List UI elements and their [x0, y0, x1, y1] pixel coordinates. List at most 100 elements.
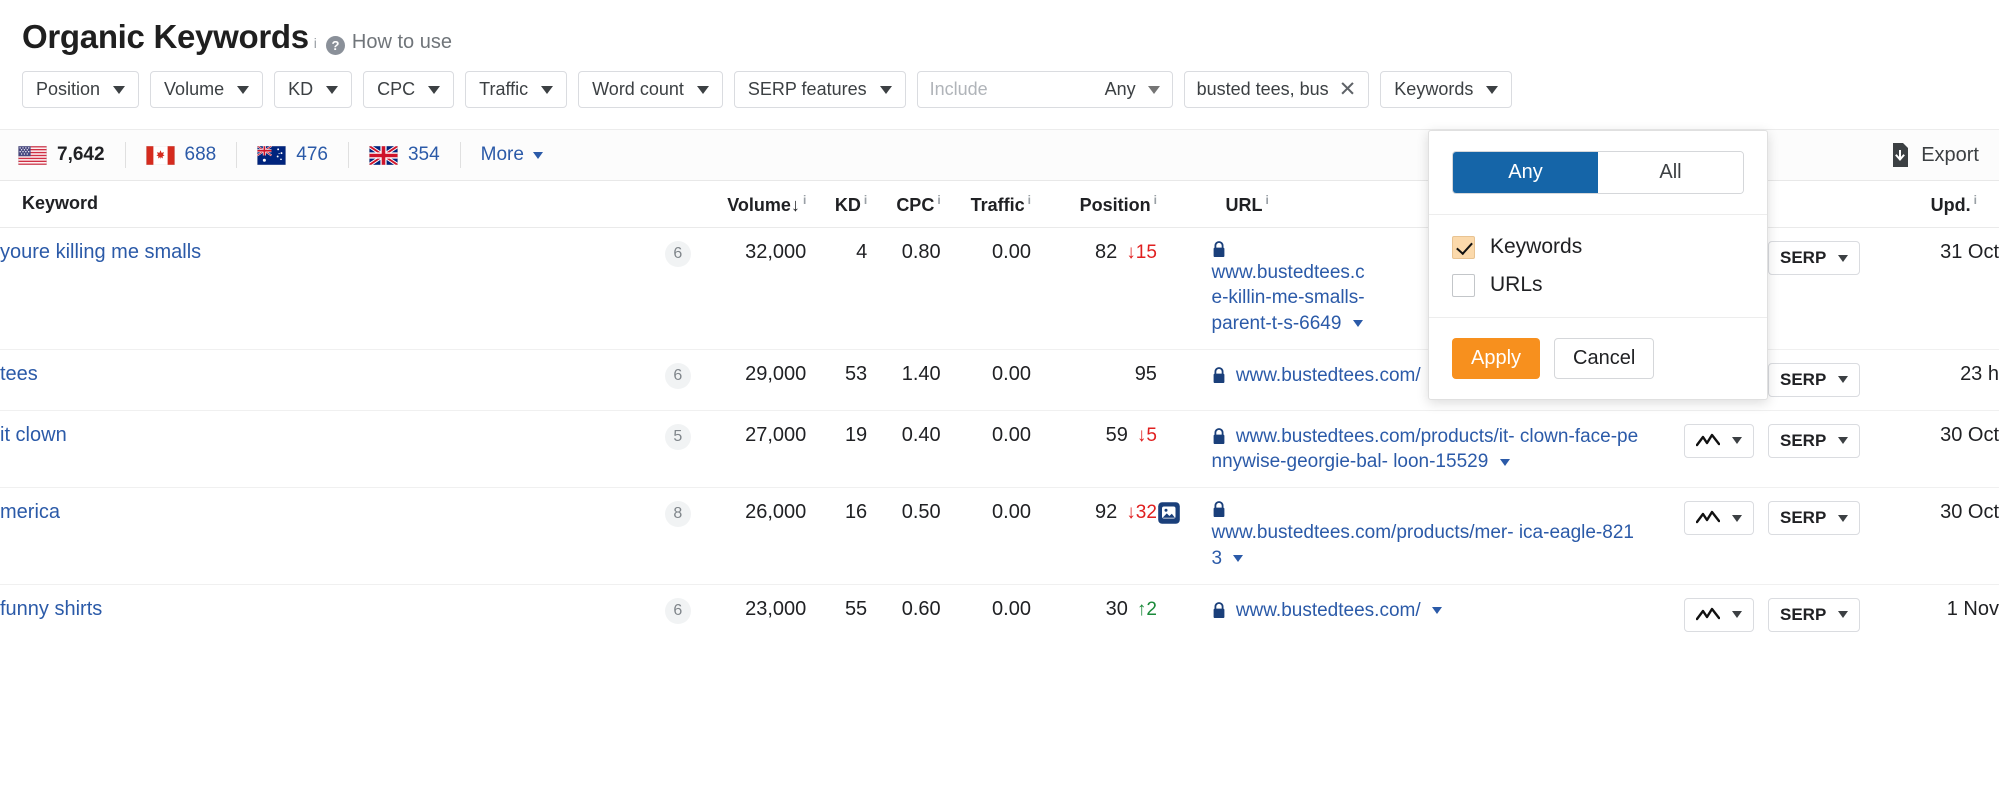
checkbox-keywords-label: Keywords — [1490, 235, 1582, 259]
position-value: 59 — [1106, 424, 1128, 447]
sparkline-chart-button[interactable] — [1684, 501, 1754, 535]
column-header-keyword[interactable]: Keyword — [0, 181, 630, 228]
info-icon[interactable]: i — [1154, 193, 1157, 207]
serp-button[interactable]: SERP — [1768, 241, 1860, 275]
match-mode-any-option[interactable]: Any — [1453, 152, 1598, 193]
filter-serp-features-button[interactable]: SERP features — [734, 71, 906, 108]
url-text[interactable]: www.bustedtees.com/ — [1212, 598, 1642, 623]
checkbox-urls[interactable] — [1452, 274, 1475, 297]
how-to-use-link[interactable]: How to use — [352, 31, 452, 54]
scope-option-keywords[interactable]: Keywords — [1452, 235, 1744, 259]
country-stat-us[interactable]: 7,642 — [18, 144, 105, 166]
country-stat-ca[interactable]: 688 — [146, 144, 217, 166]
url-chevron-down-icon[interactable] — [1233, 555, 1243, 562]
chevron-down-icon — [1148, 86, 1160, 94]
filter-word-count-button[interactable]: Word count — [578, 71, 723, 108]
filter-kd-button[interactable]: KD — [274, 71, 352, 108]
page-title-info-icon[interactable]: i — [314, 35, 317, 51]
match-mode-all-option[interactable]: All — [1598, 152, 1743, 193]
url-text[interactable]: www.bustedtees.com/products/mer- ica-eag… — [1212, 501, 1642, 571]
image-serp-feature-icon[interactable] — [1157, 501, 1181, 525]
include-input[interactable]: Include — [930, 79, 988, 100]
serp-feature-count-badge[interactable]: 6 — [665, 598, 691, 624]
keyword-link[interactable]: tees — [0, 363, 38, 385]
column-header-traffic[interactable]: Traffici — [941, 181, 1031, 228]
serp-button[interactable]: SERP — [1768, 363, 1860, 397]
url-line-1: www.bustedtees.com/products/mer- — [1212, 522, 1514, 543]
include-input-group[interactable]: Include Any — [917, 71, 1173, 108]
serp-button[interactable]: SERP — [1768, 598, 1860, 632]
url-line-3: loon-15529 — [1393, 451, 1488, 472]
column-header-kd[interactable]: KDi — [806, 181, 867, 228]
filter-volume-button[interactable]: Volume — [150, 71, 263, 108]
include-mode-select[interactable]: Any — [1105, 79, 1160, 100]
checkbox-urls-label: URLs — [1490, 273, 1543, 297]
column-header-updated[interactable]: Upd.i — [1883, 181, 1999, 228]
stat-divider — [125, 142, 126, 168]
keyword-link[interactable]: it clown — [0, 424, 67, 446]
help-icon[interactable]: ? — [326, 36, 345, 55]
serp-feature-count-badge[interactable]: 6 — [665, 363, 691, 389]
cell-volume: 27,000 — [691, 410, 806, 488]
table-row: it clown 5 27,000 19 0.40 0.00 59 ↓5 — [0, 410, 1999, 488]
column-header-serp-features-count — [630, 181, 691, 228]
active-filter-chip[interactable]: busted tees, bus ✕ — [1184, 71, 1370, 108]
url-text[interactable]: www.bustedtees.com/products/it- clown-fa… — [1212, 424, 1642, 475]
cell-kd: 16 — [806, 488, 867, 585]
info-icon[interactable]: i — [1974, 193, 1977, 207]
column-header-cpc[interactable]: CPCi — [867, 181, 940, 228]
chart-line-icon — [1696, 510, 1720, 526]
keyword-link[interactable]: merica — [0, 501, 60, 523]
column-label-cpc: CPC — [896, 195, 934, 215]
position-value: 95 — [1135, 363, 1157, 386]
cell-position: 59 ↓5 — [1031, 410, 1157, 488]
filter-cpc-button[interactable]: CPC — [363, 71, 454, 108]
chevron-down-icon — [1732, 515, 1742, 522]
keyword-link[interactable]: funny shirts — [0, 598, 102, 620]
country-stat-gb[interactable]: 354 — [369, 144, 440, 166]
cell-actions: SERP — [1642, 410, 1883, 488]
url-line-3: parent-t-s-6649 — [1212, 313, 1342, 334]
url-line-1: www.bustedtees.com/ — [1236, 365, 1421, 386]
cancel-button[interactable]: Cancel — [1554, 338, 1654, 379]
info-icon[interactable]: i — [803, 193, 806, 207]
country-stat-ca-value: 688 — [185, 144, 217, 166]
info-icon[interactable]: i — [1266, 193, 1269, 207]
checkbox-keywords[interactable] — [1452, 236, 1475, 259]
cell-updated: 30 Oct — [1883, 488, 1999, 585]
filter-traffic-label: Traffic — [479, 79, 528, 100]
serp-feature-count-badge[interactable]: 8 — [665, 501, 691, 527]
serp-button[interactable]: SERP — [1768, 424, 1860, 458]
cell-position: 30 ↑2 — [1031, 584, 1157, 645]
cell-keyword: merica — [0, 488, 630, 585]
keywords-scope-button[interactable]: Keywords — [1380, 71, 1512, 108]
organic-keywords-page: Organic Keywords i ? How to use Position… — [0, 0, 1999, 808]
sparkline-chart-button[interactable] — [1684, 598, 1754, 632]
chevron-down-icon — [113, 86, 125, 94]
serp-feature-count-badge[interactable]: 6 — [665, 241, 691, 267]
column-header-position[interactable]: Positioni — [1031, 181, 1157, 228]
info-icon[interactable]: i — [864, 193, 867, 207]
info-icon[interactable]: i — [1028, 193, 1031, 207]
info-icon[interactable]: i — [937, 193, 940, 207]
serp-button-label: SERP — [1780, 370, 1826, 390]
sparkline-chart-button[interactable] — [1684, 424, 1754, 458]
keyword-link[interactable]: youre killing me smalls — [0, 241, 201, 263]
url-chevron-down-icon[interactable] — [1432, 607, 1442, 614]
url-chevron-down-icon[interactable] — [1353, 320, 1363, 327]
close-icon[interactable]: ✕ — [1339, 79, 1357, 100]
scope-option-urls[interactable]: URLs — [1452, 273, 1744, 297]
export-button[interactable]: Export — [1890, 143, 1979, 167]
filter-word-count-label: Word count — [592, 79, 684, 100]
url-chevron-down-icon[interactable] — [1500, 459, 1510, 466]
page-title: Organic Keywords — [22, 18, 309, 56]
country-stat-au[interactable]: 476 — [257, 144, 328, 166]
serp-button[interactable]: SERP — [1768, 501, 1860, 535]
column-header-volume[interactable]: Volume↓i — [691, 181, 806, 228]
serp-feature-count-badge[interactable]: 5 — [665, 424, 691, 450]
filter-position-button[interactable]: Position — [22, 71, 139, 108]
more-countries-button[interactable]: More — [481, 144, 543, 166]
filter-traffic-button[interactable]: Traffic — [465, 71, 567, 108]
country-stat-gb-value: 354 — [408, 144, 440, 166]
apply-button[interactable]: Apply — [1452, 338, 1540, 379]
